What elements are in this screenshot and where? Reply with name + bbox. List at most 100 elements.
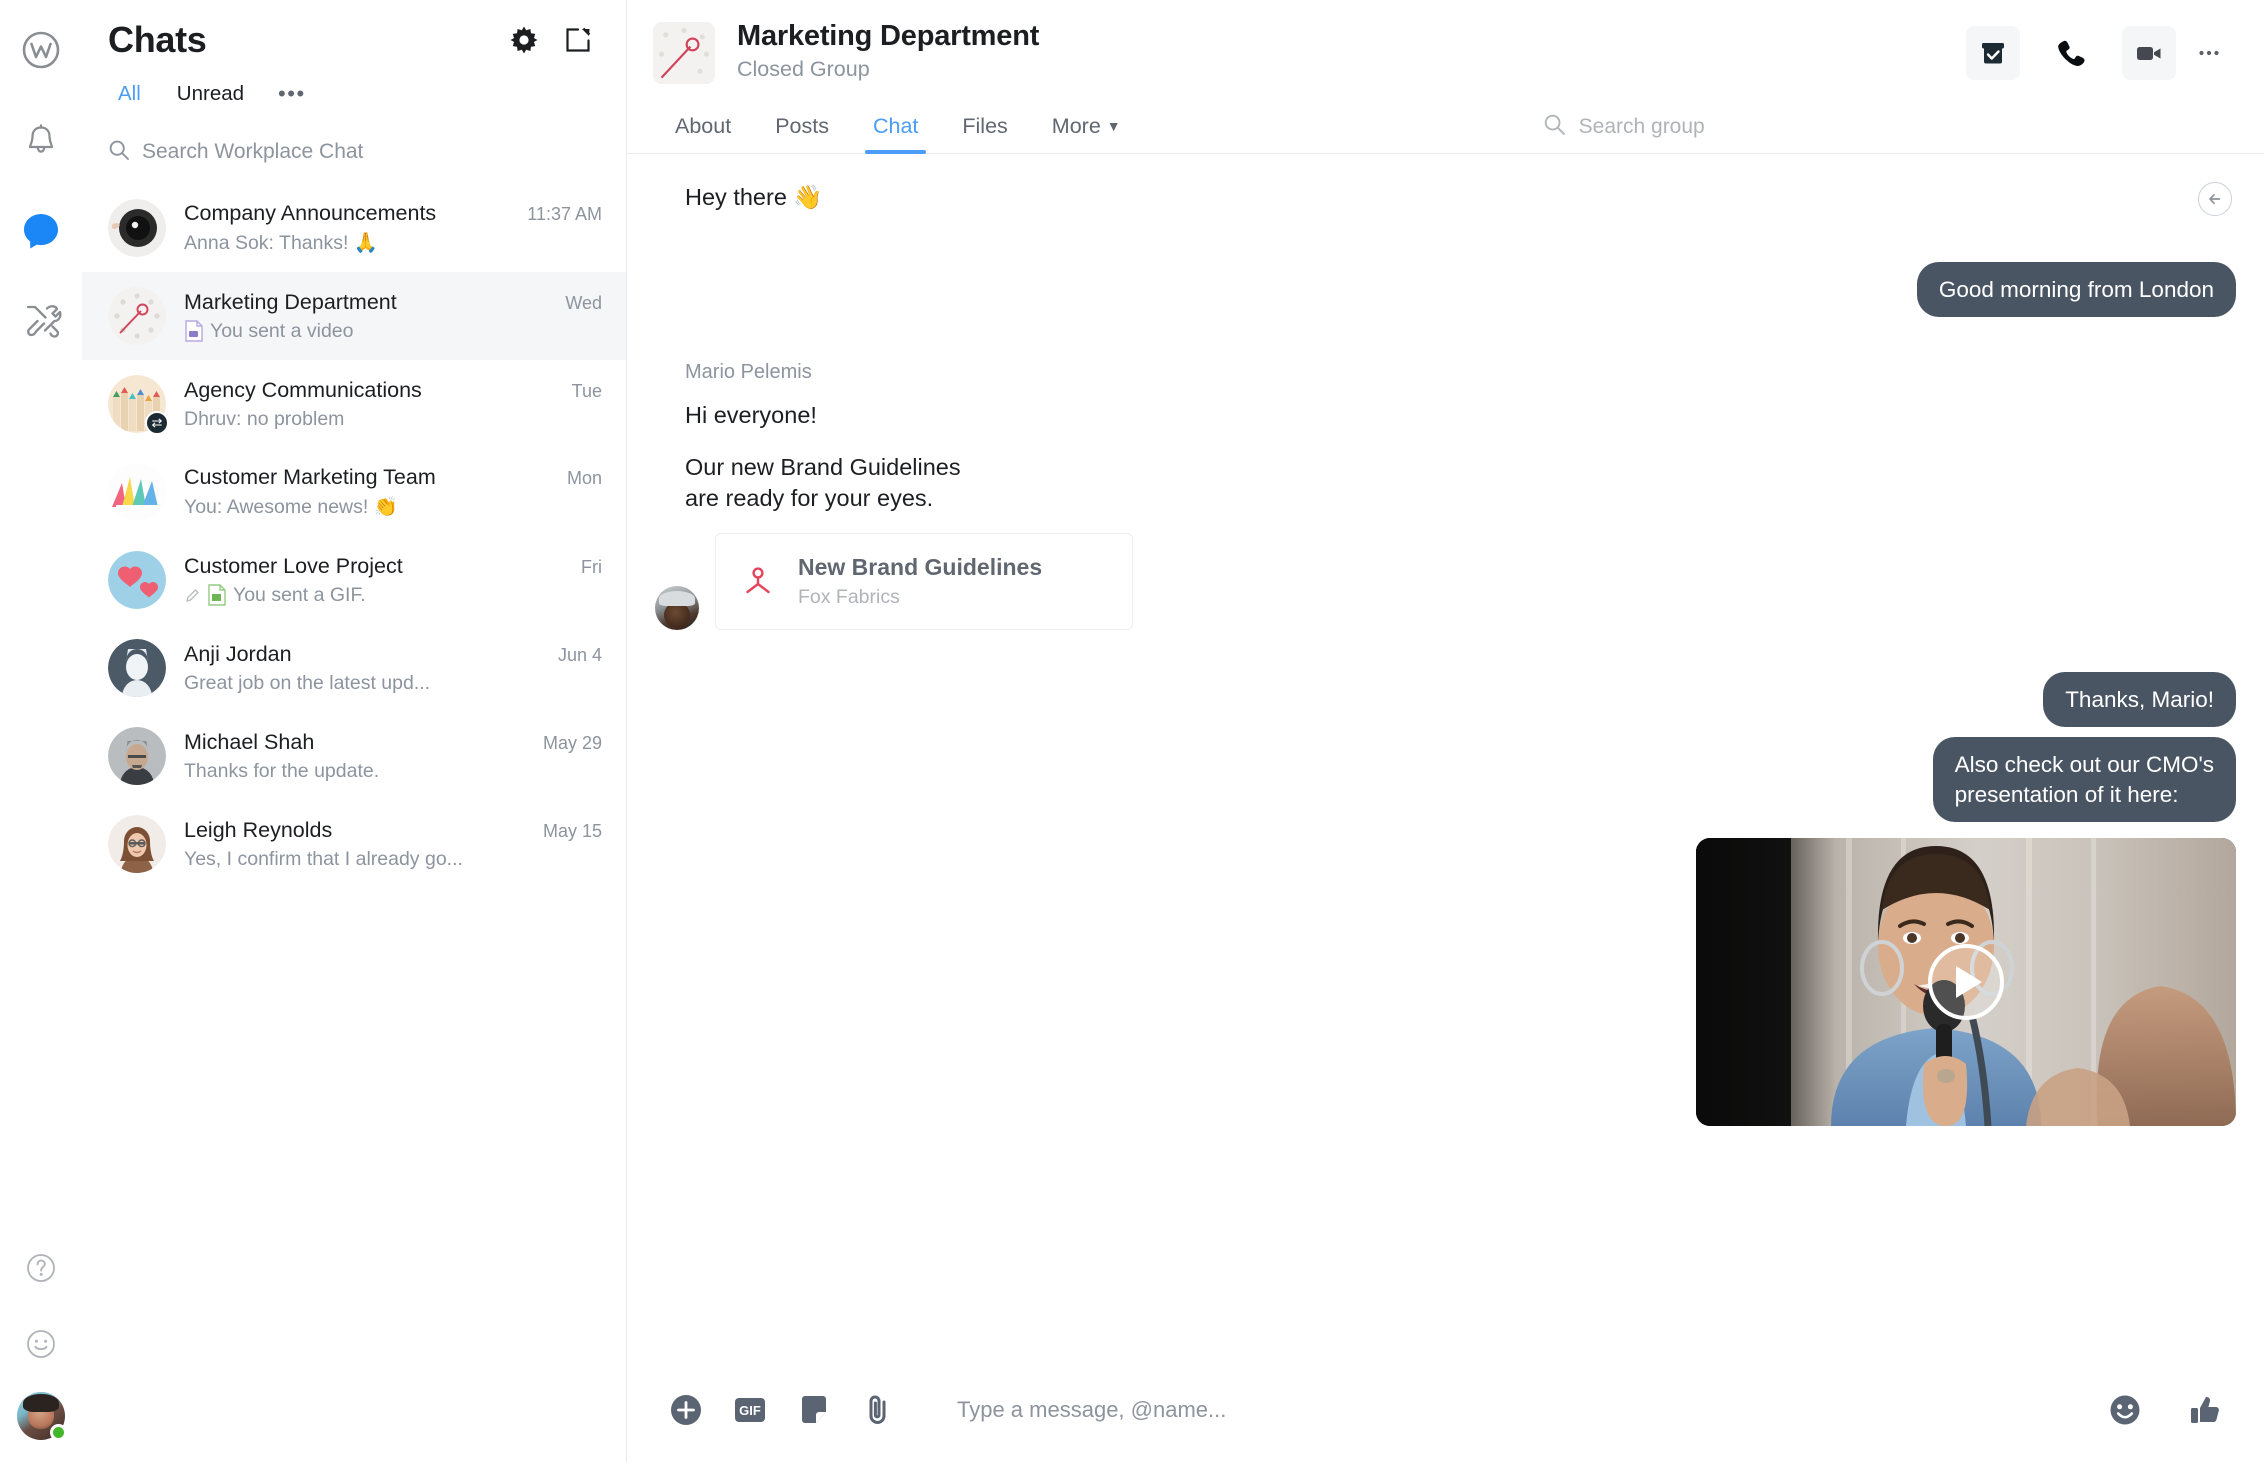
- video-icon[interactable]: [2122, 26, 2176, 80]
- file-attachment-card[interactable]: New Brand Guidelines Fox Fabrics: [715, 533, 1134, 631]
- message-row: Also check out our CMO's presentation of…: [655, 737, 2236, 822]
- search-icon: [1543, 113, 1566, 141]
- thumbs-up-icon[interactable]: [2182, 1387, 2228, 1433]
- message-text: Hey there 👋: [685, 184, 823, 210]
- chat-snippet: Thanks for the update.: [184, 759, 380, 782]
- tab-more[interactable]: More ▼: [1030, 98, 1143, 153]
- tab-chat[interactable]: Chat: [851, 98, 940, 154]
- pin-board-avatar-icon: [108, 287, 166, 345]
- chat-items-container: Company Announcements 11:37 AM Anna Sok:…: [82, 178, 626, 1462]
- list-item-preview: Great job on the latest upd...: [184, 672, 602, 695]
- gif-file-icon: [207, 584, 227, 606]
- search-icon: [108, 139, 130, 166]
- list-item-body: Customer Marketing Team Mon You: Awesome…: [184, 465, 602, 519]
- group-search-input[interactable]: Search group: [1543, 113, 1705, 153]
- list-item-body: Marketing Department Wed You sent a vide…: [184, 290, 602, 343]
- group-actions: [1966, 18, 2236, 80]
- play-button-icon[interactable]: [1928, 943, 2004, 1020]
- list-item[interactable]: Customer Marketing Team Mon You: Awesome…: [82, 448, 626, 536]
- list-item-body: Leigh Reynolds May 15 Yes, I confirm tha…: [184, 818, 602, 871]
- filter-all[interactable]: All: [102, 75, 157, 113]
- tab-more-label: More: [1051, 114, 1101, 138]
- chat-snippet: Great job on the latest upd...: [184, 671, 431, 694]
- chat-time: Wed: [565, 292, 602, 313]
- list-item[interactable]: Anji Jordan Jun 4 Great job on the lates…: [82, 624, 626, 712]
- tab-files[interactable]: Files: [940, 98, 1029, 153]
- message-bubble-outgoing: Thanks, Mario!: [2043, 672, 2236, 728]
- origami-avatar-icon: [108, 463, 166, 521]
- file-title: New Brand Guidelines: [798, 554, 1043, 581]
- chat-name: Leigh Reynolds: [184, 817, 333, 842]
- chat-name: Customer Love Project: [184, 553, 403, 578]
- avatar: [108, 815, 166, 873]
- filter-more-icon[interactable]: •••: [264, 74, 320, 114]
- list-item[interactable]: Michael Shah May 29 Thanks for the updat…: [82, 712, 626, 800]
- chat-icon[interactable]: [13, 202, 69, 258]
- workplace-chat-app: Chats All Unread ••• Search Workplace Ch…: [0, 0, 2264, 1462]
- avatar[interactable]: [17, 1392, 67, 1441]
- chat-time: May 29: [542, 732, 602, 753]
- help-icon[interactable]: [13, 1240, 69, 1296]
- add-attachment-icon[interactable]: [663, 1387, 709, 1433]
- chat-name: Marketing Department: [184, 289, 397, 314]
- tab-about[interactable]: About: [653, 98, 753, 153]
- hearts-avatar-icon: [108, 551, 166, 609]
- workplace-logo-icon[interactable]: [13, 22, 69, 78]
- feedback-icon[interactable]: [13, 1316, 69, 1372]
- chat-snippet: Anna Sok: Thanks! 🙏: [184, 232, 379, 254]
- message-bubble-outgoing: Good morning from London: [1916, 261, 2236, 317]
- more-options-icon[interactable]: [2182, 26, 2236, 80]
- list-item[interactable]: ⇄ Agency Communications Tue Dhruv: no pr…: [82, 360, 626, 448]
- chat-name: Agency Communications: [184, 377, 422, 402]
- list-item-preview: Anna Sok: Thanks! 🙏: [184, 231, 602, 255]
- list-item-body: Anji Jordan Jun 4 Great job on the lates…: [184, 642, 602, 695]
- phone-icon[interactable]: [2044, 26, 2098, 80]
- list-item-body: Agency Communications Tue Dhruv: no prob…: [184, 378, 602, 431]
- tab-posts[interactable]: Posts: [753, 98, 851, 153]
- rail-bottom-group: [0, 1240, 82, 1441]
- filter-unread[interactable]: Unread: [161, 75, 260, 113]
- avatar: [108, 639, 166, 697]
- message-thread[interactable]: Hey there 👋 Good morning from London Mar…: [627, 154, 2264, 1358]
- message-row: Hey there 👋: [655, 182, 2236, 214]
- gif-icon[interactable]: GIF: [727, 1387, 773, 1433]
- chat-name: Michael Shah: [184, 729, 315, 754]
- list-item-preview: You sent a video: [184, 320, 602, 343]
- avatar: ⇄: [108, 375, 169, 435]
- chat-snippet: You sent a video: [210, 319, 354, 342]
- sticker-icon[interactable]: [791, 1387, 837, 1433]
- list-item[interactable]: Marketing Department Wed You sent a vide…: [82, 272, 626, 360]
- list-item-body: Company Announcements 11:37 AM Anna Sok:…: [184, 201, 602, 255]
- avatar: [108, 727, 166, 785]
- notifications-icon[interactable]: [13, 112, 69, 168]
- message-input[interactable]: Type a message, @name...: [919, 1397, 2084, 1423]
- compose-icon[interactable]: [556, 18, 600, 62]
- chat-name: Company Announcements: [184, 201, 437, 225]
- list-item[interactable]: Customer Love Project Fri You sent a GIF…: [82, 536, 626, 624]
- chevron-down-icon: ▼: [1106, 118, 1121, 134]
- list-item[interactable]: Company Announcements 11:37 AM Anna Sok:…: [82, 184, 626, 272]
- list-item-header: Anji Jordan Jun 4: [184, 642, 602, 667]
- search-input[interactable]: Search Workplace Chat: [108, 132, 600, 172]
- message-sender-row: Mario Pelemis: [655, 361, 2236, 384]
- emoji-icon[interactable]: [2102, 1387, 2148, 1433]
- svg-text:GIF: GIF: [739, 1403, 761, 1418]
- list-item-body: Michael Shah May 29 Thanks for the updat…: [184, 730, 602, 783]
- chat-list-panel: Chats All Unread ••• Search Workplace Ch…: [82, 0, 627, 1462]
- group-meta: Marketing Department Closed Group: [737, 18, 1966, 82]
- list-item[interactable]: Leigh Reynolds May 15 Yes, I confirm tha…: [82, 800, 626, 888]
- paperclip-icon[interactable]: [855, 1387, 901, 1433]
- group-avatar[interactable]: [653, 22, 715, 84]
- list-item-preview: You sent a GIF.: [184, 584, 602, 607]
- list-item-header: Customer Marketing Team Mon: [184, 465, 602, 490]
- video-message-thumbnail[interactable]: [1696, 837, 2236, 1126]
- message-text: Hi everyone!: [685, 401, 817, 428]
- tools-icon[interactable]: [13, 292, 69, 348]
- composer-right-actions: [2102, 1387, 2228, 1433]
- gear-icon[interactable]: [502, 18, 546, 62]
- jump-to-latest-icon[interactable]: [2198, 182, 2232, 216]
- archive-icon[interactable]: [1966, 26, 2020, 80]
- list-item-preview: You: Awesome news! 👏: [184, 495, 602, 519]
- chat-snippet: You sent a GIF.: [233, 583, 366, 606]
- group-search-placeholder: Search group: [1578, 115, 1705, 138]
